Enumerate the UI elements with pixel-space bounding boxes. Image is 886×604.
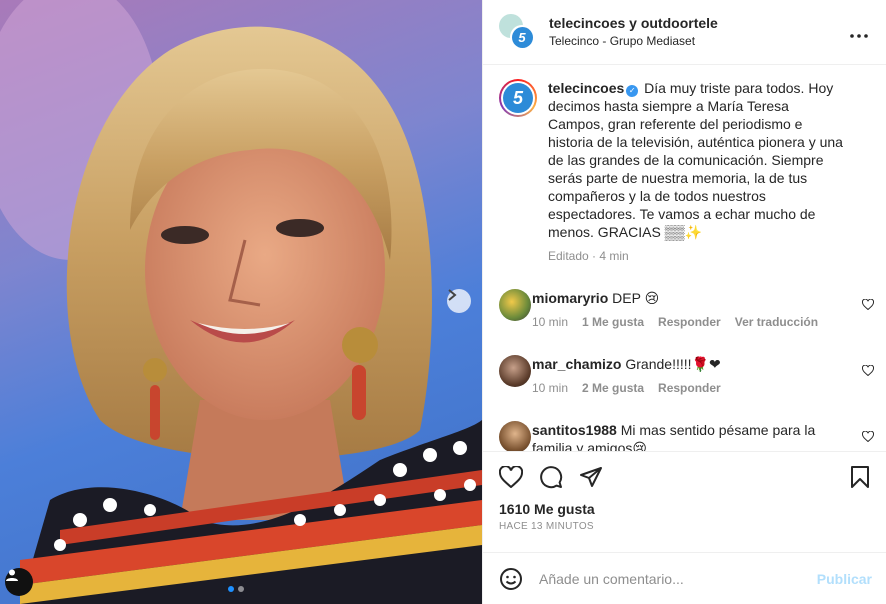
comment-like-button[interactable] — [861, 297, 875, 313]
edited-label: Editado — [548, 249, 589, 264]
collab-avatars[interactable]: 5 — [499, 14, 535, 50]
post-photo — [0, 0, 482, 604]
share-button[interactable] — [579, 465, 603, 489]
avatar-telecincoes[interactable]: 5 — [510, 25, 534, 50]
heart-icon — [861, 298, 875, 311]
carousel-dot — [238, 586, 244, 592]
carousel-indicators — [228, 586, 244, 592]
caption-time[interactable]: 4 min — [599, 249, 628, 263]
post-header: 5 telecincoes y outdoortele Telecinco - … — [483, 0, 886, 66]
likes-count[interactable]: 1610 Me gusta — [483, 501, 886, 517]
reply-button[interactable]: Responder — [658, 381, 721, 395]
post-panel: 5 telecincoes y outdoortele Telecinco - … — [482, 0, 886, 604]
heart-icon — [861, 430, 875, 443]
add-comment-bar: Añade un comentario... Publicar — [483, 552, 886, 604]
comment-avatar[interactable] — [499, 421, 531, 451]
comment-like-button[interactable] — [861, 429, 875, 445]
comment-time[interactable]: 10 min — [532, 315, 568, 329]
translate-button[interactable]: Ver traducción — [735, 315, 818, 329]
verified-badge-icon: ✓ — [626, 85, 639, 98]
comment-username[interactable]: miomaryrio — [532, 290, 608, 306]
caption-username[interactable]: telecincoes — [548, 80, 624, 96]
comment-button[interactable] — [539, 465, 563, 489]
comment-avatar[interactable] — [499, 355, 531, 388]
post-comment-button[interactable]: Publicar — [817, 571, 872, 587]
emoji-button[interactable] — [499, 567, 523, 591]
comment-username[interactable]: santitos1988 — [532, 422, 617, 438]
like-button[interactable] — [499, 465, 523, 488]
save-button[interactable] — [850, 465, 870, 492]
comment-avatar[interactable] — [499, 289, 531, 322]
comment-item: miomaryrio DEP 😢 10 min 1 Me gusta Respo… — [499, 289, 875, 341]
reply-button[interactable]: Responder — [658, 315, 721, 329]
avatar-letter: 5 — [511, 26, 533, 48]
heart-icon — [861, 364, 875, 377]
comment-icon — [540, 465, 563, 488]
post-author[interactable]: telecincoes y outdoortele — [549, 14, 718, 32]
caption-avatar[interactable]: 5 — [499, 79, 537, 118]
smiley-icon — [500, 567, 522, 590]
comment-likes[interactable]: 1 Me gusta — [582, 315, 644, 329]
carousel-dot-active — [228, 586, 234, 592]
heart-icon — [499, 465, 523, 488]
comment-text: DEP 😢 — [612, 290, 660, 307]
comment-item: mar_chamizo Grande!!!!!🌹❤ 10 min 2 Me gu… — [499, 355, 875, 407]
send-icon — [580, 466, 602, 487]
tagged-users-button[interactable] — [5, 568, 33, 596]
chevron-right-icon — [448, 289, 457, 301]
post-timestamp[interactable]: HACE 13 MINUTOS — [483, 517, 886, 532]
next-image-button[interactable] — [447, 289, 471, 313]
comment-like-button[interactable] — [861, 363, 875, 379]
comment-likes[interactable]: 2 Me gusta — [582, 381, 644, 395]
caption-meta: Editado · 4 min — [548, 249, 629, 264]
comment-input[interactable]: Añade un comentario... — [539, 571, 684, 587]
bookmark-icon — [851, 465, 869, 488]
avatar-letter: 5 — [503, 83, 533, 114]
more-options-button[interactable] — [850, 22, 868, 43]
comment-time[interactable]: 10 min — [532, 381, 568, 395]
comments-section[interactable]: 5 telecincoes ✓ Día muy triste para todos… — [483, 65, 886, 452]
post-actions — [483, 452, 886, 502]
caption-text: Día muy triste para todos. Hoy decimos h… — [548, 80, 843, 241]
comment-username[interactable]: mar_chamizo — [532, 356, 621, 372]
more-horizontal-icon — [850, 34, 868, 38]
post-image[interactable] — [0, 0, 482, 604]
post-location[interactable]: Telecinco - Grupo Mediaset — [549, 32, 718, 50]
comment-text: Grande!!!!!🌹❤ — [625, 356, 721, 373]
user-icon — [6, 569, 18, 581]
comment-item: santitos1988 Mi mas sentido pésame para … — [499, 421, 875, 451]
